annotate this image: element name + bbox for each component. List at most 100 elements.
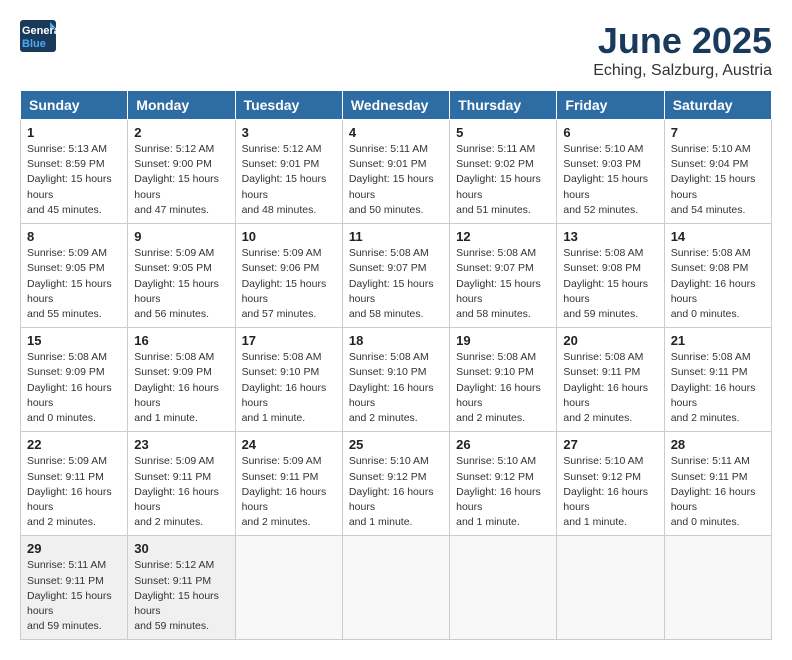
page-header: General Blue June 2025 Eching, Salzburg,… <box>20 20 772 80</box>
day-number: 20 <box>563 333 657 348</box>
calendar-day-12: 12 Sunrise: 5:08 AMSunset: 9:07 PMDaylig… <box>450 224 557 328</box>
location-title: Eching, Salzburg, Austria <box>593 62 772 80</box>
day-number: 5 <box>456 125 550 140</box>
day-number: 9 <box>134 229 228 244</box>
day-info: Sunrise: 5:12 AMSunset: 9:01 PMDaylight:… <box>242 142 336 218</box>
title-area: June 2025 Eching, Salzburg, Austria <box>593 20 772 80</box>
day-number: 21 <box>671 333 765 348</box>
calendar-day-28: 28 Sunrise: 5:11 AMSunset: 9:11 PMDaylig… <box>664 432 771 536</box>
calendar-day-20: 20 Sunrise: 5:08 AMSunset: 9:11 PMDaylig… <box>557 328 664 432</box>
calendar-day-15: 15 Sunrise: 5:08 AMSunset: 9:09 PMDaylig… <box>21 328 128 432</box>
day-info: Sunrise: 5:10 AMSunset: 9:04 PMDaylight:… <box>671 142 765 218</box>
calendar-day-11: 11 Sunrise: 5:08 AMSunset: 9:07 PMDaylig… <box>342 224 449 328</box>
day-info: Sunrise: 5:11 AMSunset: 9:11 PMDaylight:… <box>27 558 121 634</box>
header-tuesday: Tuesday <box>235 91 342 120</box>
calendar-empty-cell <box>235 536 342 640</box>
header-saturday: Saturday <box>664 91 771 120</box>
day-info: Sunrise: 5:08 AMSunset: 9:11 PMDaylight:… <box>671 350 765 426</box>
calendar-day-10: 10 Sunrise: 5:09 AMSunset: 9:06 PMDaylig… <box>235 224 342 328</box>
header-thursday: Thursday <box>450 91 557 120</box>
day-number: 11 <box>349 229 443 244</box>
day-info: Sunrise: 5:11 AMSunset: 9:11 PMDaylight:… <box>671 454 765 530</box>
day-number: 6 <box>563 125 657 140</box>
day-info: Sunrise: 5:09 AMSunset: 9:05 PMDaylight:… <box>134 246 228 322</box>
day-number: 4 <box>349 125 443 140</box>
day-number: 30 <box>134 541 228 556</box>
calendar-day-7: 7 Sunrise: 5:10 AMSunset: 9:04 PMDayligh… <box>664 120 771 224</box>
day-info: Sunrise: 5:08 AMSunset: 9:09 PMDaylight:… <box>134 350 228 426</box>
day-number: 25 <box>349 437 443 452</box>
day-info: Sunrise: 5:12 AMSunset: 9:00 PMDaylight:… <box>134 142 228 218</box>
day-number: 1 <box>27 125 121 140</box>
day-info: Sunrise: 5:08 AMSunset: 9:09 PMDaylight:… <box>27 350 121 426</box>
day-number: 8 <box>27 229 121 244</box>
calendar-day-9: 9 Sunrise: 5:09 AMSunset: 9:05 PMDayligh… <box>128 224 235 328</box>
calendar-empty-cell <box>664 536 771 640</box>
day-info: Sunrise: 5:10 AMSunset: 9:12 PMDaylight:… <box>456 454 550 530</box>
calendar-header-row: SundayMondayTuesdayWednesdayThursdayFrid… <box>21 91 772 120</box>
day-info: Sunrise: 5:10 AMSunset: 9:12 PMDaylight:… <box>563 454 657 530</box>
day-info: Sunrise: 5:08 AMSunset: 9:10 PMDaylight:… <box>456 350 550 426</box>
header-sunday: Sunday <box>21 91 128 120</box>
day-number: 10 <box>242 229 336 244</box>
day-number: 14 <box>671 229 765 244</box>
day-number: 27 <box>563 437 657 452</box>
day-info: Sunrise: 5:08 AMSunset: 9:11 PMDaylight:… <box>563 350 657 426</box>
calendar-day-2: 2 Sunrise: 5:12 AMSunset: 9:00 PMDayligh… <box>128 120 235 224</box>
day-info: Sunrise: 5:08 AMSunset: 9:08 PMDaylight:… <box>671 246 765 322</box>
calendar-day-22: 22 Sunrise: 5:09 AMSunset: 9:11 PMDaylig… <box>21 432 128 536</box>
header-monday: Monday <box>128 91 235 120</box>
day-number: 12 <box>456 229 550 244</box>
day-number: 17 <box>242 333 336 348</box>
day-number: 3 <box>242 125 336 140</box>
calendar-day-25: 25 Sunrise: 5:10 AMSunset: 9:12 PMDaylig… <box>342 432 449 536</box>
calendar-week-row: 1 Sunrise: 5:13 AMSunset: 8:59 PMDayligh… <box>21 120 772 224</box>
day-info: Sunrise: 5:11 AMSunset: 9:01 PMDaylight:… <box>349 142 443 218</box>
day-info: Sunrise: 5:12 AMSunset: 9:11 PMDaylight:… <box>134 558 228 634</box>
day-number: 15 <box>27 333 121 348</box>
calendar-empty-cell <box>342 536 449 640</box>
day-number: 16 <box>134 333 228 348</box>
calendar-day-13: 13 Sunrise: 5:08 AMSunset: 9:08 PMDaylig… <box>557 224 664 328</box>
calendar-day-3: 3 Sunrise: 5:12 AMSunset: 9:01 PMDayligh… <box>235 120 342 224</box>
calendar-day-4: 4 Sunrise: 5:11 AMSunset: 9:01 PMDayligh… <box>342 120 449 224</box>
header-friday: Friday <box>557 91 664 120</box>
day-info: Sunrise: 5:09 AMSunset: 9:06 PMDaylight:… <box>242 246 336 322</box>
month-title: June 2025 <box>593 20 772 62</box>
svg-text:Blue: Blue <box>22 38 46 50</box>
day-number: 29 <box>27 541 121 556</box>
calendar-table: SundayMondayTuesdayWednesdayThursdayFrid… <box>20 90 772 640</box>
day-info: Sunrise: 5:09 AMSunset: 9:11 PMDaylight:… <box>134 454 228 530</box>
logo: General Blue <box>20 20 60 57</box>
calendar-day-16: 16 Sunrise: 5:08 AMSunset: 9:09 PMDaylig… <box>128 328 235 432</box>
calendar-day-18: 18 Sunrise: 5:08 AMSunset: 9:10 PMDaylig… <box>342 328 449 432</box>
day-info: Sunrise: 5:09 AMSunset: 9:05 PMDaylight:… <box>27 246 121 322</box>
day-number: 18 <box>349 333 443 348</box>
day-number: 26 <box>456 437 550 452</box>
day-number: 22 <box>27 437 121 452</box>
calendar-day-17: 17 Sunrise: 5:08 AMSunset: 9:10 PMDaylig… <box>235 328 342 432</box>
calendar-empty-cell <box>557 536 664 640</box>
calendar-day-14: 14 Sunrise: 5:08 AMSunset: 9:08 PMDaylig… <box>664 224 771 328</box>
day-info: Sunrise: 5:08 AMSunset: 9:08 PMDaylight:… <box>563 246 657 322</box>
day-number: 28 <box>671 437 765 452</box>
header-wednesday: Wednesday <box>342 91 449 120</box>
day-info: Sunrise: 5:09 AMSunset: 9:11 PMDaylight:… <box>242 454 336 530</box>
day-info: Sunrise: 5:08 AMSunset: 9:10 PMDaylight:… <box>349 350 443 426</box>
calendar-day-6: 6 Sunrise: 5:10 AMSunset: 9:03 PMDayligh… <box>557 120 664 224</box>
calendar-day-24: 24 Sunrise: 5:09 AMSunset: 9:11 PMDaylig… <box>235 432 342 536</box>
day-number: 23 <box>134 437 228 452</box>
day-number: 13 <box>563 229 657 244</box>
day-info: Sunrise: 5:13 AMSunset: 8:59 PMDaylight:… <box>27 142 121 218</box>
calendar-day-1: 1 Sunrise: 5:13 AMSunset: 8:59 PMDayligh… <box>21 120 128 224</box>
calendar-week-row: 15 Sunrise: 5:08 AMSunset: 9:09 PMDaylig… <box>21 328 772 432</box>
day-info: Sunrise: 5:08 AMSunset: 9:10 PMDaylight:… <box>242 350 336 426</box>
day-info: Sunrise: 5:10 AMSunset: 9:03 PMDaylight:… <box>563 142 657 218</box>
day-number: 19 <box>456 333 550 348</box>
day-info: Sunrise: 5:08 AMSunset: 9:07 PMDaylight:… <box>349 246 443 322</box>
day-info: Sunrise: 5:08 AMSunset: 9:07 PMDaylight:… <box>456 246 550 322</box>
day-number: 7 <box>671 125 765 140</box>
calendar-week-row: 8 Sunrise: 5:09 AMSunset: 9:05 PMDayligh… <box>21 224 772 328</box>
calendar-empty-cell <box>450 536 557 640</box>
calendar-day-29: 29 Sunrise: 5:11 AMSunset: 9:11 PMDaylig… <box>21 536 128 640</box>
